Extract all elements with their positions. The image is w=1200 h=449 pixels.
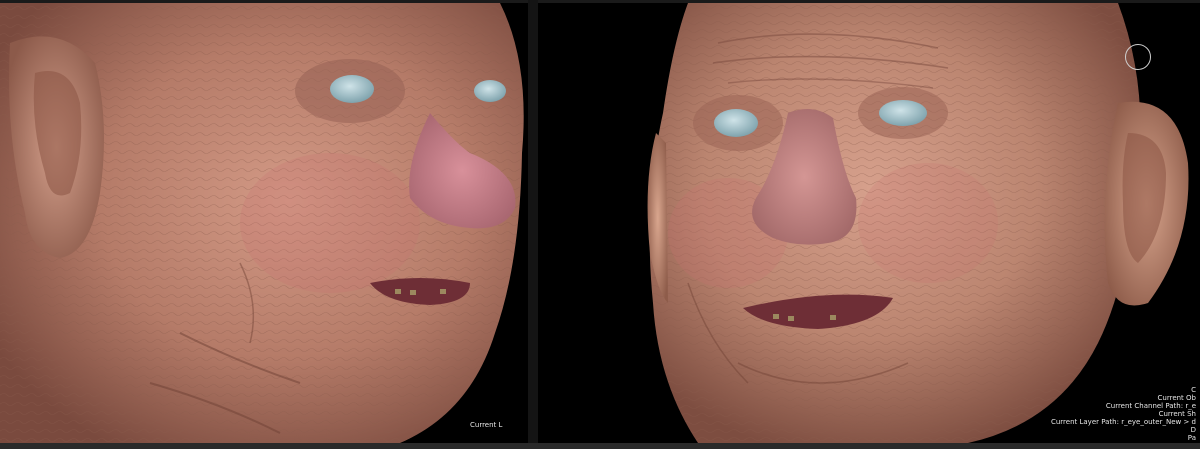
info-current-shader: Current Sh (1158, 410, 1196, 418)
info-current-object: Current Ob (1157, 394, 1196, 402)
info-layer-path: Current Layer Path: r_eye_outer_New > d (1050, 418, 1196, 426)
current-layer-readout: Current L (470, 421, 503, 429)
status-strip (0, 443, 1200, 449)
info-line: C (1191, 386, 1196, 394)
head-render-frontal (538, 3, 1200, 443)
brush-circle-icon[interactable] (1125, 44, 1151, 70)
info-line: Pa (1187, 434, 1196, 442)
info-channel-path: Current Channel Path: r_e (1105, 402, 1196, 410)
mari-workspace: Current L C Current Ob Current Channel P… (0, 0, 1200, 449)
head-render-three-quarter (0, 3, 528, 443)
info-overlay: C Current Ob Current Channel Path: r_e C… (1026, 386, 1196, 442)
viewport-left[interactable]: Current L (0, 3, 528, 443)
viewport-right[interactable]: C Current Ob Current Channel Path: r_e C… (538, 3, 1200, 443)
info-line: D (1190, 426, 1196, 434)
viewport-divider[interactable] (528, 0, 538, 449)
